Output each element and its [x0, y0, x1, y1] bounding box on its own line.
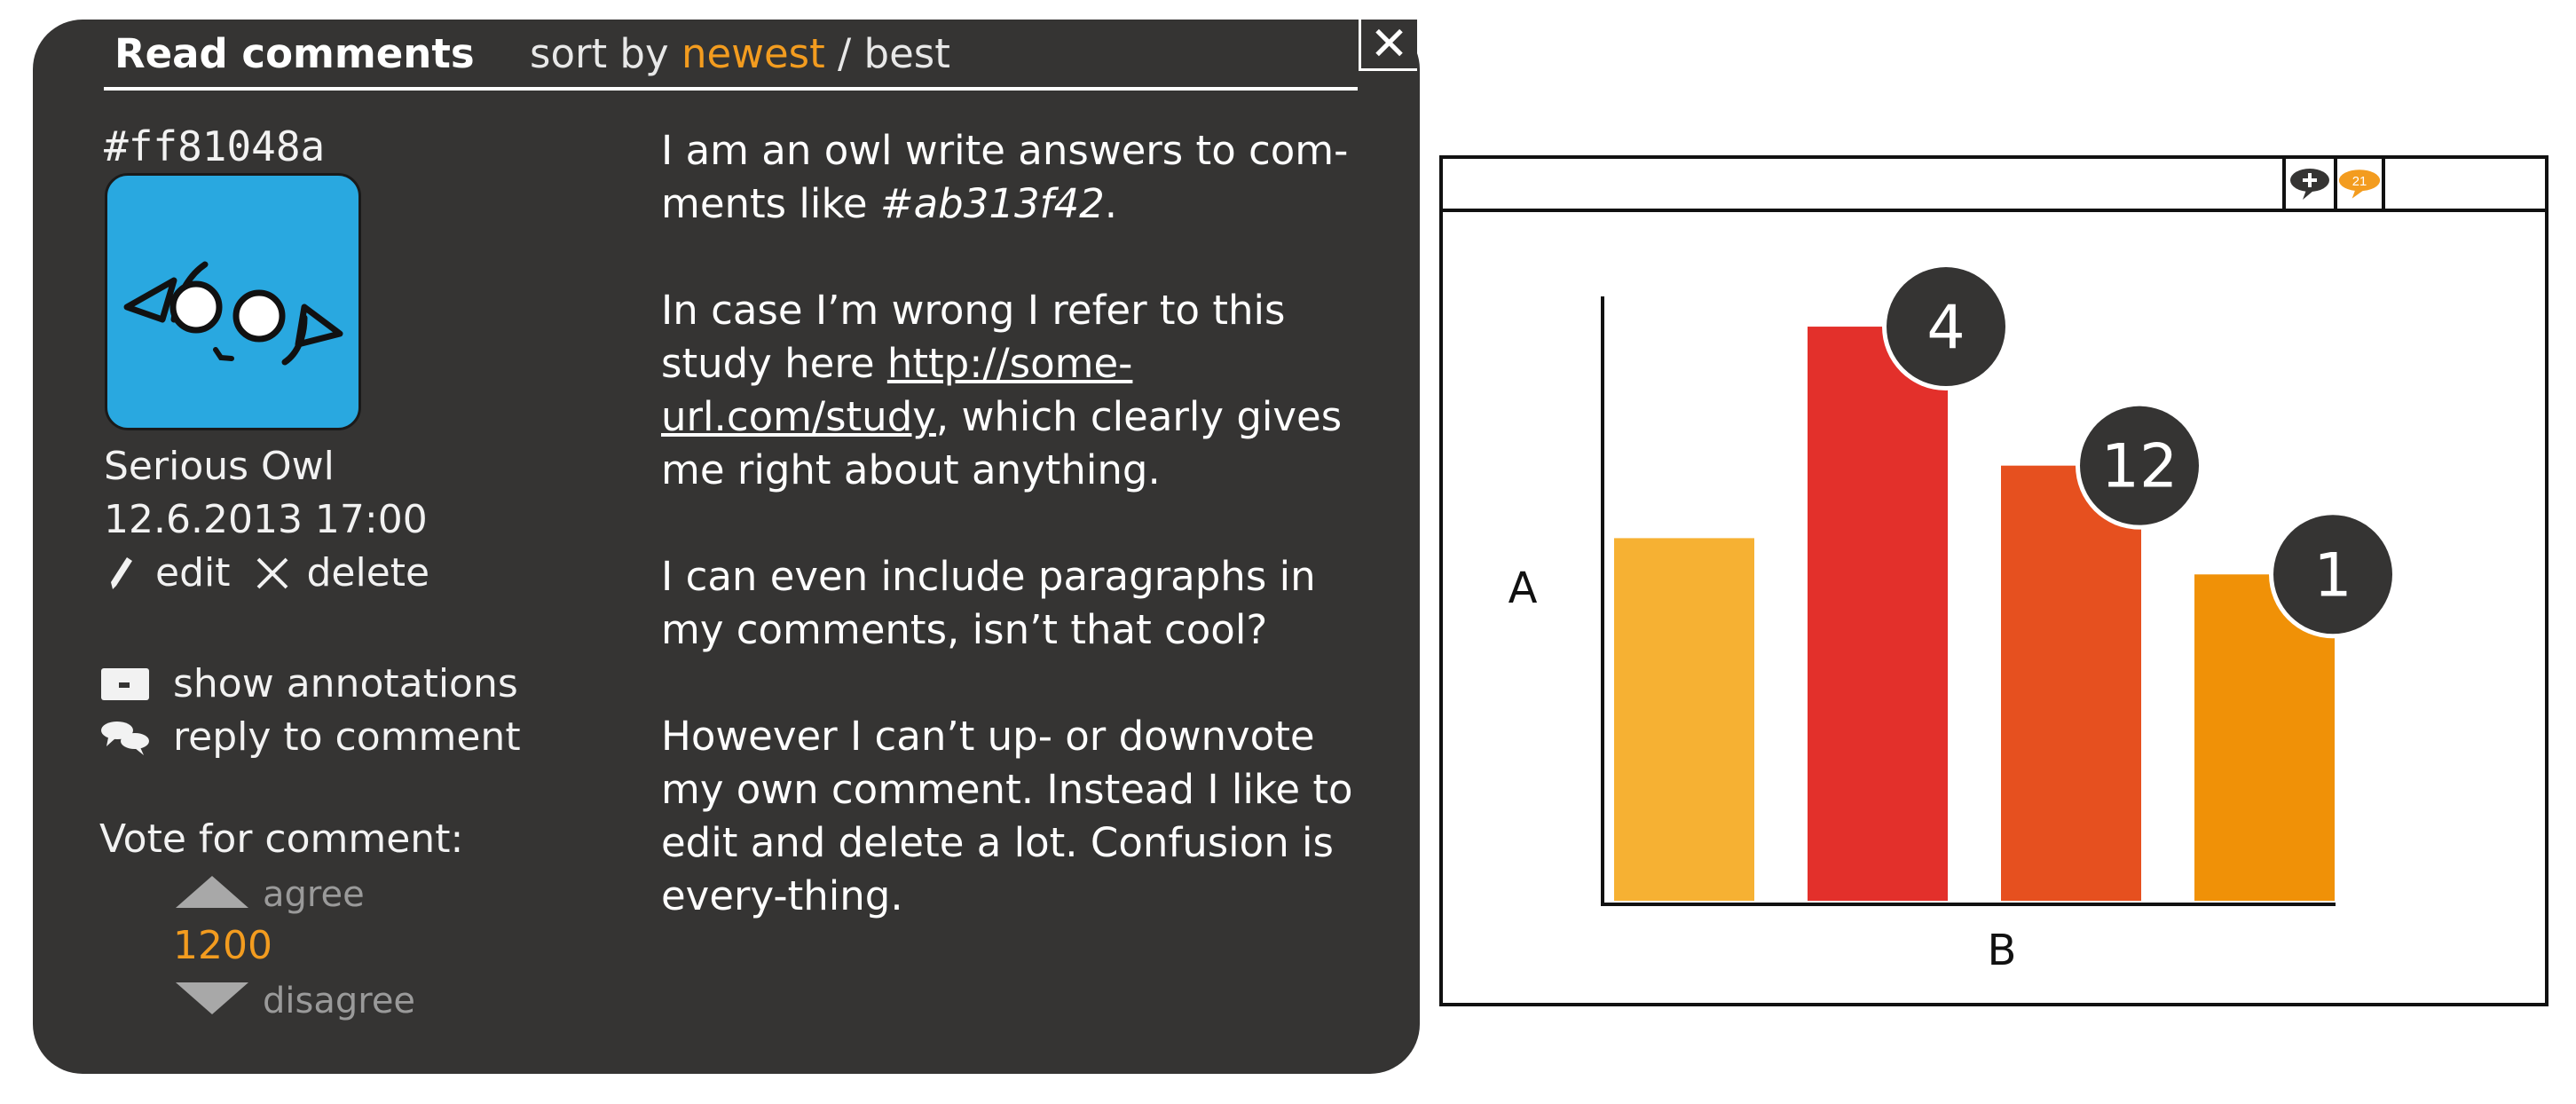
- panel-title: Read comments: [114, 30, 475, 77]
- annotation-count-label: 12: [2101, 432, 2178, 502]
- reply-label: reply to comment: [173, 714, 521, 760]
- sort-newest-link[interactable]: newest: [681, 30, 825, 77]
- x-axis-label: B: [1988, 926, 2017, 975]
- chart-bar: [1614, 538, 1754, 901]
- agree-label: agree: [263, 874, 365, 915]
- annotation-count-label: 4: [1926, 293, 1965, 363]
- comment-reference-link[interactable]: #ab313f42: [880, 180, 1105, 227]
- comment-timestamp: 12.6.2013 17:00: [104, 497, 428, 542]
- speech-bubbles-icon: [101, 721, 149, 755]
- close-icon: ✕: [1369, 17, 1409, 71]
- author-name: Serious Owl: [104, 444, 335, 489]
- sort-best-link[interactable]: best: [864, 30, 950, 77]
- chart-bar: [2001, 465, 2141, 901]
- document-preview: 21 A B 4 12 1: [1439, 155, 2548, 1006]
- edit-link[interactable]: edit: [155, 550, 230, 595]
- sort-control: sort by newest / best: [530, 30, 950, 77]
- vote-count: 1200: [173, 923, 272, 968]
- delete-x-icon: [257, 557, 288, 588]
- comment-id: #ff81048a: [104, 122, 326, 170]
- show-annotations-button[interactable]: show annotations: [99, 661, 518, 706]
- chart-bar: [1808, 327, 1948, 901]
- y-axis-label: A: [1509, 564, 1538, 613]
- comment-paragraph: However I can’t up- or downvote my own c…: [661, 713, 1353, 919]
- comment-paragraph: I can even include paragraphs in my comm…: [661, 553, 1316, 653]
- show-annotations-label: show annotations: [173, 661, 518, 706]
- bar-chart: A B 4 12 1: [1509, 263, 2397, 975]
- comment-body: I am an owl write answers to com-ments l…: [661, 124, 1371, 976]
- disagree-label: disagree: [263, 981, 416, 1021]
- comment-paragraph: In case I’m wrong I refer to this study …: [661, 287, 1343, 493]
- reply-button[interactable]: reply to comment: [99, 714, 521, 760]
- avatar: [105, 173, 361, 430]
- delete-link[interactable]: delete: [306, 550, 429, 595]
- sort-prefix: sort by: [530, 30, 669, 77]
- header-divider: [104, 87, 1358, 91]
- annotation-count-label: 1: [2313, 540, 2351, 611]
- sort-separator: /: [824, 30, 864, 77]
- edit-delete-row: edit delete: [104, 550, 429, 595]
- downvote-arrow-icon[interactable]: [176, 981, 248, 1016]
- comment-paragraph: I am an owl write answers to com-ments l…: [661, 127, 1349, 227]
- vote-title: Vote for comment:: [99, 816, 464, 862]
- owl-avatar-icon: [123, 261, 343, 366]
- pencil-icon: [111, 556, 132, 589]
- upvote-arrow-icon[interactable]: [176, 874, 248, 910]
- close-button[interactable]: ✕: [1359, 20, 1417, 71]
- annotation-icon: [101, 667, 149, 700]
